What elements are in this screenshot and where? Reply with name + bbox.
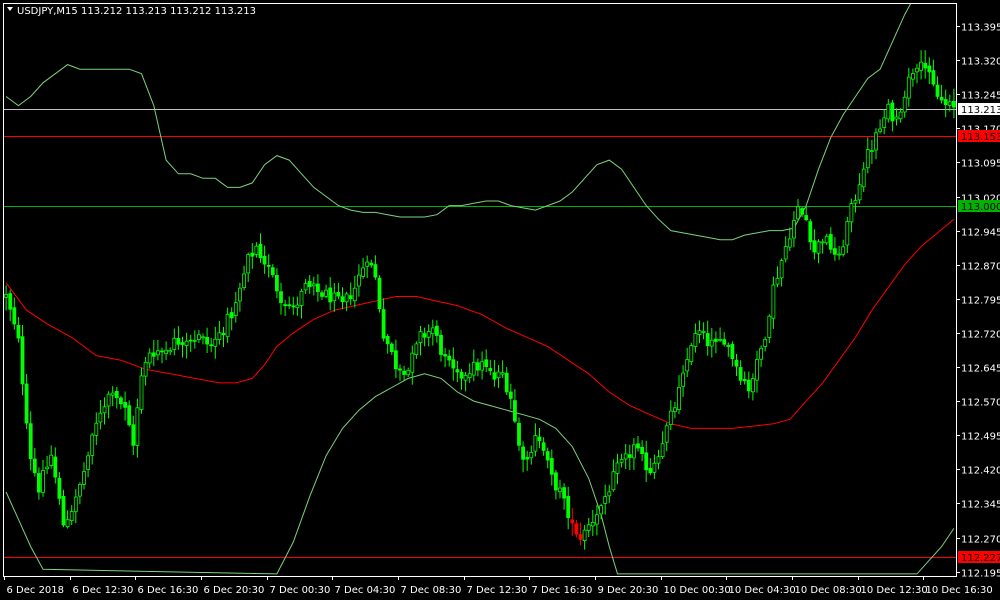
ohlc-label: 113.212 113.213 113.212 113.213 <box>81 6 256 17</box>
time-tick-label: 6 Dec 2018 <box>7 585 65 596</box>
time-tick-label: 7 Dec 16:30 <box>532 585 593 596</box>
candle <box>689 342 694 365</box>
symbol-label: USDJPY,M15 <box>17 6 78 17</box>
time-tick-label: 7 Dec 08:30 <box>401 585 462 596</box>
time-tick-label: 10 Dec 16:30 <box>926 585 993 596</box>
price-tick-label: 112.720 <box>961 330 1000 341</box>
time-tick-label: 7 Dec 12:30 <box>467 585 528 596</box>
price-tick-label: 113.395 <box>961 23 1000 34</box>
time-tick-label: 6 Dec 20:30 <box>204 585 265 596</box>
svg-text:113.213: 113.213 <box>961 105 1000 116</box>
time-tick-label: 10 Dec 00:30 <box>664 585 731 596</box>
svg-text:112.227: 112.227 <box>961 553 1000 564</box>
price-tag-113.000: 113.000 <box>958 200 1000 213</box>
time-tick-label: 10 Dec 04:30 <box>729 585 796 596</box>
price-tick-label: 112.270 <box>961 535 1000 546</box>
price-tick-label: 112.645 <box>961 364 1000 375</box>
price-tick-label: 112.345 <box>961 500 1000 511</box>
price-tick-label: 113.095 <box>961 159 1000 170</box>
time-tick-label: 10 Dec 12:30 <box>861 585 928 596</box>
price-tag-112.227: 112.227 <box>958 551 1000 564</box>
time-tick-label: 10 Dec 08:30 <box>795 585 862 596</box>
price-tick-label: 112.570 <box>961 398 1000 409</box>
price-tick-label: 112.870 <box>961 262 1000 273</box>
price-tick-label: 112.495 <box>961 432 1000 443</box>
time-tick-label: 6 Dec 16:30 <box>138 585 199 596</box>
svg-text:113.153: 113.153 <box>961 132 1000 143</box>
price-tick-label: 112.795 <box>961 296 1000 307</box>
price-tick-label: 112.195 <box>961 569 1000 580</box>
price-tag-113.153: 113.153 <box>958 130 1000 143</box>
svg-text:113.000: 113.000 <box>961 202 1000 213</box>
price-tick-label: 112.420 <box>961 466 1000 477</box>
price-tick-label: 113.320 <box>961 57 1000 68</box>
time-tick-label: 6 Dec 12:30 <box>73 585 134 596</box>
price-chart[interactable]: 113.395113.320113.245113.170113.095113.0… <box>0 0 1000 600</box>
price-tick-label: 113.245 <box>961 91 1000 102</box>
time-tick-label: 7 Dec 04:30 <box>335 585 396 596</box>
price-tick-label: 112.945 <box>961 228 1000 239</box>
candle <box>377 275 382 313</box>
price-tag-113.213: 113.213 <box>958 103 1000 116</box>
time-tick-label: 9 Dec 20:30 <box>598 585 659 596</box>
time-tick-label: 7 Dec 00:30 <box>270 585 331 596</box>
